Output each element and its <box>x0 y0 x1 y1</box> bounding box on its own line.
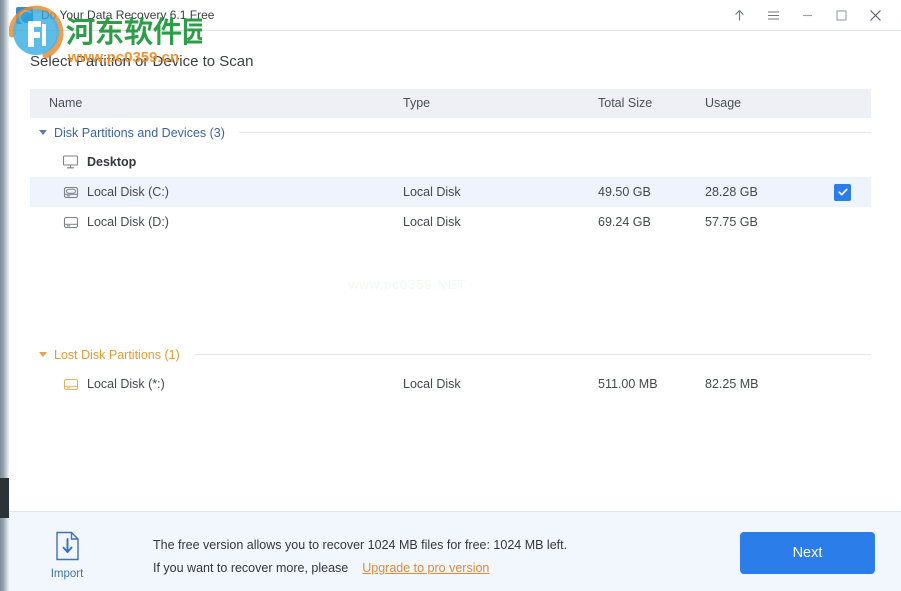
import-document-icon <box>55 531 80 566</box>
recover-more-text: If you want to recover more, please <box>153 561 349 575</box>
table-header-row: Name Type Total Size Usage <box>30 89 871 118</box>
row-name: Local Disk (D:) <box>87 215 169 229</box>
window-left-edge-dark-segment <box>0 478 9 518</box>
row-total-size: 49.50 GB <box>598 185 651 199</box>
row-name: Local Disk (C:) <box>87 185 169 199</box>
column-header-usage: Usage <box>705 96 742 110</box>
hamburger-menu-icon[interactable] <box>756 0 790 31</box>
close-icon[interactable] <box>858 0 892 31</box>
group-label-lost-partitions: Lost Disk Partitions (1) <box>54 347 180 362</box>
free-version-message-line2: If you want to recover more, please Upgr… <box>153 561 489 575</box>
row-total-size: 511.00 MB <box>598 377 658 391</box>
lost-drive-icon <box>61 374 81 394</box>
row-usage: 82.25 MB <box>705 377 759 391</box>
group-label-disk-partitions: Disk Partitions and Devices (3) <box>54 125 225 140</box>
collapse-triangle-icon[interactable] <box>39 352 47 357</box>
row-type: Local Disk <box>403 185 461 199</box>
import-button[interactable]: Import <box>44 531 90 580</box>
row-checkbox-checked[interactable] <box>834 183 851 201</box>
application-window: Do Your Data Recovery 6.1 Free Select Pa… <box>0 0 901 591</box>
row-usage: 28.28 GB <box>705 185 758 199</box>
row-usage: 57.75 GB <box>705 215 758 229</box>
minimize-icon[interactable] <box>790 0 824 31</box>
window-controls <box>722 0 901 31</box>
title-bar: Do Your Data Recovery 6.1 Free <box>9 0 901 31</box>
group-divider-line <box>193 354 871 355</box>
table-row[interactable]: Local Disk (D:) Local Disk 69.24 GB 57.7… <box>30 207 871 237</box>
column-header-type: Type <box>403 96 431 110</box>
group-header-disk-partitions[interactable]: Disk Partitions and Devices (3) <box>30 118 871 147</box>
table-row[interactable]: Local Disk (C:) Local Disk 49.50 GB 28.2… <box>30 177 871 207</box>
row-type: Local Disk <box>403 377 461 391</box>
group-divider-line <box>238 132 871 133</box>
maximize-icon[interactable] <box>824 0 858 31</box>
row-total-size: 69.24 GB <box>598 215 651 229</box>
row-type: Local Disk <box>403 215 461 229</box>
table-row[interactable]: Local Disk (*:) Local Disk 511.00 MB 82.… <box>30 369 871 399</box>
column-header-total-size: Total Size <box>598 96 653 110</box>
drive-icon <box>61 212 81 232</box>
up-arrow-icon[interactable] <box>722 0 756 31</box>
os-drive-icon <box>61 182 81 202</box>
row-name: Local Disk (*:) <box>87 377 165 391</box>
recovery-circle-icon <box>16 6 34 25</box>
collapse-triangle-icon[interactable] <box>39 130 47 135</box>
free-version-message-line1: The free version allows you to recover 1… <box>153 538 568 552</box>
group-header-lost-partitions[interactable]: Lost Disk Partitions (1) <box>30 340 871 369</box>
app-title: Do Your Data Recovery 6.1 Free <box>41 8 215 22</box>
monitor-icon <box>60 152 80 172</box>
table-row[interactable]: Desktop <box>30 147 871 177</box>
page-title: Select Partition or Device to Scan <box>30 53 254 70</box>
column-header-name: Name <box>49 96 83 110</box>
upgrade-to-pro-link[interactable]: Upgrade to pro version <box>362 561 489 575</box>
row-name: Desktop <box>87 155 137 169</box>
import-label: Import <box>50 568 84 580</box>
partition-list: Disk Partitions and Devices (3) Desktop <box>30 118 871 399</box>
next-button[interactable]: Next <box>740 532 875 574</box>
